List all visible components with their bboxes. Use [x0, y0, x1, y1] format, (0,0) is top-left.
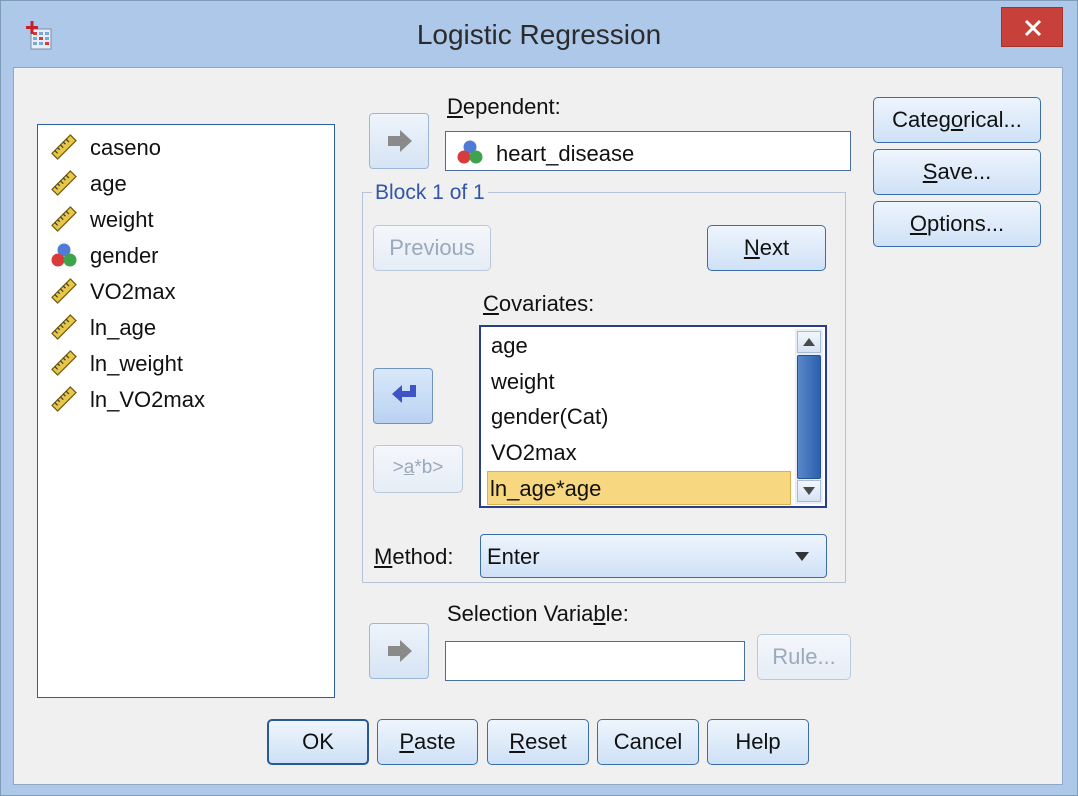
variable-label: ln_VO2max [90, 387, 205, 412]
arrow-right-icon [388, 130, 412, 152]
covariate-item[interactable]: gender(Cat) [489, 400, 789, 434]
triangle-down-icon [803, 487, 815, 495]
triangle-up-icon [803, 338, 815, 346]
close-icon [1024, 19, 1042, 37]
variable-label: VO2max [90, 279, 176, 304]
dependent-field[interactable]: heart_disease [445, 131, 851, 171]
reset-button[interactable]: Reset [487, 719, 589, 765]
covariate-item[interactable]: VO2max [489, 436, 789, 470]
save-button[interactable]: Save... [873, 149, 1041, 195]
ok-button[interactable]: OK [267, 719, 369, 765]
covariate-item[interactable]: ln_age*age [487, 471, 791, 505]
selection-variable-label: Selection Variable: [447, 601, 629, 626]
arrow-left-curved-icon [392, 385, 416, 403]
nominal-balls-icon [50, 241, 78, 269]
move-to-dependent-button[interactable] [369, 113, 429, 169]
dependent-label: Dependent: [447, 94, 561, 119]
variable-label: weight [90, 207, 154, 232]
dependent-value: heart_disease [496, 141, 635, 166]
arrow-right-icon [388, 640, 412, 662]
variable-label: caseno [90, 135, 161, 160]
window-title: Logistic Regression [416, 19, 662, 50]
chevron-down-icon [795, 552, 809, 561]
help-button[interactable]: Help [707, 719, 809, 765]
ruler-scale-icon [50, 205, 78, 233]
ruler-scale-icon [50, 133, 78, 161]
title-bar[interactable]: Logistic Regression [1, 1, 1077, 67]
covariates-list[interactable]: ln_age*age VO2max gender(Cat) weight age [479, 325, 827, 508]
variable-label: ln_age [90, 315, 157, 340]
method-value: Enter [487, 544, 540, 569]
block-title: Block 1 of 1 [372, 181, 488, 205]
method-label: Method: [374, 544, 454, 569]
move-to-selection-button[interactable] [369, 623, 429, 679]
interaction-button[interactable]: >a*b> [373, 445, 463, 493]
close-button[interactable] [1001, 7, 1063, 47]
paste-button[interactable]: Paste [377, 719, 478, 765]
ruler-scale-icon [50, 349, 78, 377]
ruler-scale-icon [50, 385, 78, 413]
source-variable-list[interactable]: caseno age weight gender VO2max ln_age ln_weig… [37, 124, 335, 698]
ruler-scale-icon [50, 277, 78, 305]
dialog-window: Logistic Regression caseno age weight gende… [0, 0, 1078, 796]
covariates-label: Covariates: [483, 291, 595, 316]
cancel-button[interactable]: Cancel [597, 719, 699, 765]
method-select[interactable]: Enter [480, 534, 827, 578]
options-button[interactable]: Options... [873, 201, 1041, 247]
variable-label: ln_weight [90, 351, 183, 376]
scroll-down-button[interactable] [797, 480, 821, 502]
scroll-up-button[interactable] [797, 331, 821, 353]
nominal-balls-icon [457, 140, 483, 164]
covariates-scrollbar[interactable] [795, 329, 823, 504]
covariate-item[interactable]: age [489, 329, 789, 363]
variable-label: gender [90, 243, 159, 268]
ruler-scale-icon [50, 313, 78, 341]
next-button[interactable]: Next [707, 225, 826, 271]
variable-label: age [90, 171, 127, 196]
scroll-thumb[interactable] [797, 355, 821, 479]
selection-variable-field[interactable] [445, 641, 745, 681]
ruler-scale-icon [50, 169, 78, 197]
previous-button[interactable]: Previous [373, 225, 491, 271]
move-to-covariates-button[interactable] [373, 368, 433, 424]
rule-button[interactable]: Rule... [757, 634, 851, 680]
covariate-item[interactable]: weight [489, 365, 789, 399]
categorical-button[interactable]: Categorical... [873, 97, 1041, 143]
